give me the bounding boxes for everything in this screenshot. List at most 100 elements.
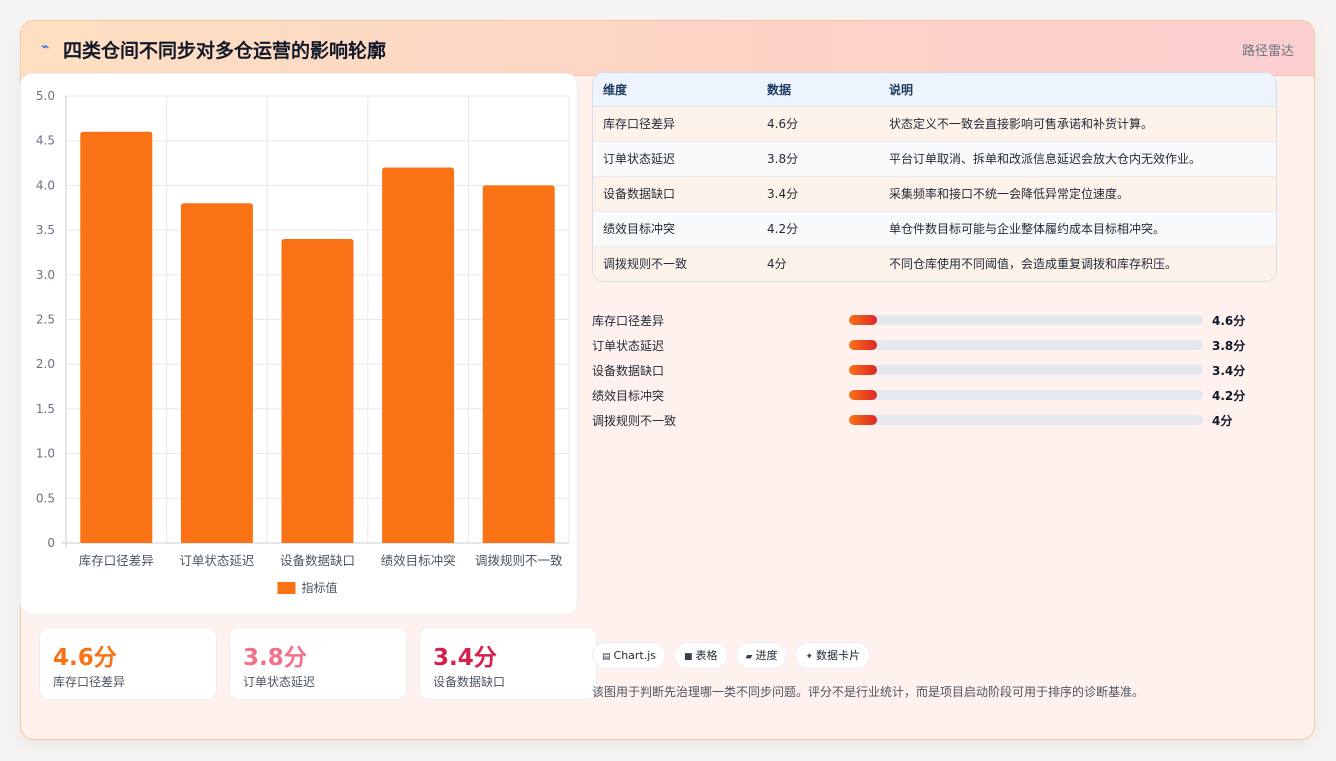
progress-track: [849, 390, 1203, 400]
progress-row: 绩效目标冲突 4.2分: [592, 386, 1252, 404]
kpi-card: 3.8分 订单状态延迟: [229, 627, 407, 700]
table-cell: 绩效目标冲突: [593, 211, 757, 247]
progress-fill: [849, 390, 878, 400]
y-tick-label: 0.5: [36, 491, 55, 505]
footnote: 该图用于判断先治理哪一类不同步问题。评分不是行业统计，而是项目启动阶段可用于排序…: [592, 685, 1145, 699]
table-cell: 平台订单取消、拆单和改派信息延迟会放大仓内无效作业。: [879, 141, 1276, 177]
progress-fill: [849, 315, 878, 325]
legend-swatch: [277, 582, 296, 594]
chip-data-card[interactable]: ✦ 数据卡片: [795, 642, 871, 669]
kpi-value: 3.8分: [243, 645, 307, 671]
table-cell: 3.8分: [757, 141, 879, 177]
y-tick-label: 4.5: [36, 134, 55, 148]
table-icon: ■: [684, 652, 693, 662]
bar: [382, 167, 455, 543]
table-header-cell: 维度: [593, 73, 757, 107]
kpi-card: 3.4分 设备数据缺口: [419, 627, 597, 700]
progress-value: 4.6分: [1212, 314, 1246, 328]
line-wave-icon: ⌁: [41, 39, 50, 55]
progress-row: 设备数据缺口 3.4分: [592, 361, 1252, 379]
table-cell: 单仓件数目标可能与企业整体履约成本目标相冲突。: [879, 211, 1276, 247]
progress-track: [849, 365, 1203, 375]
progress-fill: [849, 340, 878, 350]
progress-track: [849, 340, 1203, 350]
table-row: 绩效目标冲突 4.2分 单仓件数目标可能与企业整体履约成本目标相冲突。: [593, 211, 1276, 247]
table-row: 订单状态延迟 3.8分 平台订单取消、拆单和改派信息延迟会放大仓内无效作业。: [593, 141, 1276, 177]
kpi-label: 订单状态延迟: [243, 675, 316, 689]
table-cell: 订单状态延迟: [593, 141, 757, 177]
kpi-label: 库存口径差异: [53, 675, 126, 689]
y-tick-label: 1.0: [36, 447, 55, 461]
progress-fill: [849, 365, 878, 375]
table-header-cell: 说明: [879, 73, 1276, 107]
table-header-row: 维度 数据 说明: [593, 73, 1276, 107]
progress-value: 4分: [1212, 414, 1233, 428]
x-tick-label: 绩效目标冲突: [381, 553, 456, 568]
card-header: ⌁ 四类仓间不同步对多仓运营的影响轮廓 路径雷达: [21, 21, 1314, 76]
progress-track: [849, 315, 1203, 325]
kpi-label: 设备数据缺口: [433, 675, 506, 689]
table-cell: 4分: [757, 246, 879, 281]
table-cell: 库存口径差异: [593, 106, 757, 142]
x-tick-label: 调拨规则不一致: [475, 553, 563, 568]
bar: [281, 239, 354, 544]
chart-icon: ▤: [602, 652, 611, 662]
table-cell: 不同仓库使用不同阈值，会造成重复调拨和库存积压。: [879, 246, 1276, 281]
progress-row: 库存口径差异 4.6分: [592, 311, 1252, 329]
bar-chart: 0 0.5 1.0 1.5 2.0 2.5 3.0 3.5 4.0 4.5 5.0 库存口径差异 订单状…: [36, 89, 570, 595]
kpi-value: 3.4分: [433, 645, 497, 671]
y-tick-label: 3.0: [36, 268, 55, 282]
x-tick-label: 库存口径差异: [79, 553, 154, 568]
chip-label: Chart.js: [613, 649, 657, 662]
route-radar-link[interactable]: 路径雷达: [1242, 40, 1294, 59]
bar-chart-panel: 0 0.5 1.0 1.5 2.0 2.5 3.0 3.5 4.0 4.5 5.0 库存口径差异 订单状…: [20, 73, 578, 615]
table-cell: 采集频率和接口不统一会降低异常定位速度。: [879, 176, 1276, 212]
view-chip-group: ▤ Chart.js ■ 表格 ▰ 进度 ✦ 数据卡片: [592, 642, 878, 670]
bar: [180, 203, 253, 543]
progress-value: 3.4分: [1212, 364, 1246, 378]
y-tick-label: 4.0: [36, 178, 55, 192]
progress-track: [849, 415, 1203, 425]
table-cell: 调拨规则不一致: [593, 246, 757, 281]
progress-label: 订单状态延迟: [592, 339, 665, 353]
y-tick-label: 3.5: [36, 223, 55, 237]
y-tick-label: 0: [47, 536, 55, 550]
progress-row: 订单状态延迟 3.8分: [592, 336, 1252, 354]
kpi-card: 4.6分 库存口径差异: [39, 627, 217, 700]
table-cell: 4.2分: [757, 211, 879, 247]
x-tick-label: 设备数据缺口: [280, 553, 355, 568]
data-card-icon: ✦: [805, 652, 814, 662]
y-tick-label: 2.5: [36, 313, 55, 327]
chip-chartjs[interactable]: ▤ Chart.js: [592, 642, 667, 669]
chip-table[interactable]: ■ 表格: [674, 642, 728, 669]
table-row: 设备数据缺口 3.4分 采集频率和接口不统一会降低异常定位速度。: [593, 176, 1276, 212]
bar: [482, 185, 555, 543]
progress-icon: ▰: [745, 652, 753, 662]
table-row: 库存口径差异 4.6分 状态定义不一致会直接影响可售承诺和补货计算。: [593, 106, 1276, 142]
table-header-cell: 数据: [757, 73, 879, 107]
progress-row: 调拨规则不一致 4分: [592, 411, 1252, 429]
y-tick-label: 2.0: [36, 357, 55, 371]
progress-fill: [849, 415, 878, 425]
progress-label: 绩效目标冲突: [592, 389, 665, 403]
table-cell: 设备数据缺口: [593, 176, 757, 212]
table-cell: 状态定义不一致会直接影响可售承诺和补货计算。: [879, 106, 1276, 142]
chip-progress[interactable]: ▰ 进度: [735, 642, 788, 669]
page-title: 四类仓间不同步对多仓运营的影响轮廓: [63, 40, 387, 62]
chip-label: 表格: [695, 649, 718, 662]
legend-label: 指标值: [302, 580, 338, 595]
chip-label: 数据卡片: [816, 649, 861, 662]
progress-value: 3.8分: [1212, 339, 1246, 353]
progress-label: 库存口径差异: [592, 314, 665, 328]
kpi-value: 4.6分: [53, 645, 117, 671]
bar: [80, 131, 153, 543]
table-row: 调拨规则不一致 4分 不同仓库使用不同阈值，会造成重复调拨和库存积压。: [593, 246, 1276, 281]
table-cell: 3.4分: [757, 176, 879, 212]
data-table: 维度 数据 说明 库存口径差异 4.6分 状态定义不一致会直接影响可售承诺和补货…: [592, 72, 1277, 282]
x-tick-label: 订单状态延迟: [179, 553, 255, 568]
progress-label: 调拨规则不一致: [592, 414, 677, 428]
progress-value: 4.2分: [1212, 389, 1246, 403]
progress-label: 设备数据缺口: [592, 364, 665, 378]
table-cell: 4.6分: [757, 106, 879, 142]
y-tick-label: 5.0: [36, 89, 55, 103]
